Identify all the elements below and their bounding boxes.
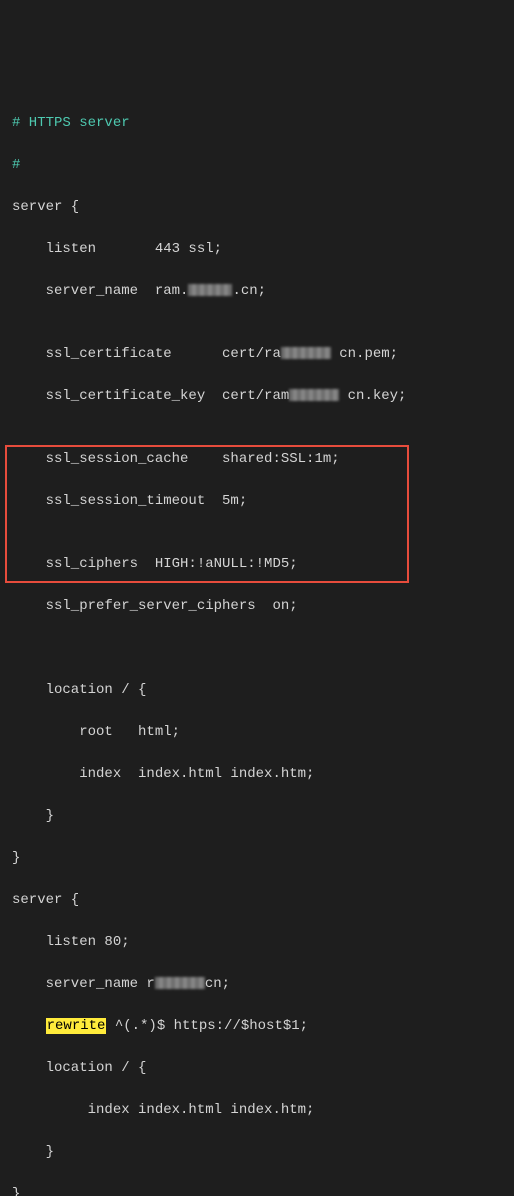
code-line: } <box>12 1142 502 1163</box>
code-line: } <box>12 848 502 869</box>
code-text: .cn; <box>232 283 266 299</box>
code-block: # HTTPS server # server { listen 443 ssl… <box>12 92 502 1196</box>
code-line: } <box>12 806 502 827</box>
code-line: } <box>12 1184 502 1196</box>
code-line: location / { <box>12 680 502 701</box>
code-text: ssl_certificate cert/ra <box>12 346 281 362</box>
redacted-icon <box>188 284 232 296</box>
code-text: ^(.*)$ https://$host$1; <box>106 1018 308 1034</box>
code-text: cn.pem; <box>331 346 398 362</box>
comment-line: # <box>12 155 502 176</box>
code-line: listen 443 ssl; <box>12 239 502 260</box>
code-line: server { <box>12 197 502 218</box>
redacted-icon <box>289 389 339 401</box>
code-text: ssl_certificate_key cert/ram <box>12 388 289 404</box>
code-line: ssl_session_timeout 5m; <box>12 491 502 512</box>
code-line: rewrite ^(.*)$ https://$host$1; <box>12 1016 502 1037</box>
code-line: index index.html index.htm; <box>12 1100 502 1121</box>
code-line: ssl_prefer_server_ciphers on; <box>12 596 502 617</box>
code-line: server { <box>12 890 502 911</box>
code-line: index index.html index.htm; <box>12 764 502 785</box>
redacted-icon <box>155 977 205 989</box>
code-text: cn; <box>205 976 230 992</box>
code-line: listen 80; <box>12 932 502 953</box>
code-text: cn.key; <box>339 388 406 404</box>
code-text <box>12 1018 46 1034</box>
redacted-icon <box>281 347 331 359</box>
code-line: ssl_ciphers HIGH:!aNULL:!MD5; <box>12 554 502 575</box>
code-text: server_name r <box>12 976 155 992</box>
code-text: server_name ram. <box>12 283 188 299</box>
code-line: root html; <box>12 722 502 743</box>
code-line: location / { <box>12 1058 502 1079</box>
comment-line: # HTTPS server <box>12 113 502 134</box>
code-line: ssl_certificate_key cert/ram cn.key; <box>12 386 502 407</box>
code-line: server_name r cn; <box>12 974 502 995</box>
highlighted-keyword: rewrite <box>46 1018 107 1034</box>
code-line: ssl_session_cache shared:SSL:1m; <box>12 449 502 470</box>
code-line: server_name ram. .cn; <box>12 281 502 302</box>
code-line: ssl_certificate cert/ra cn.pem; <box>12 344 502 365</box>
